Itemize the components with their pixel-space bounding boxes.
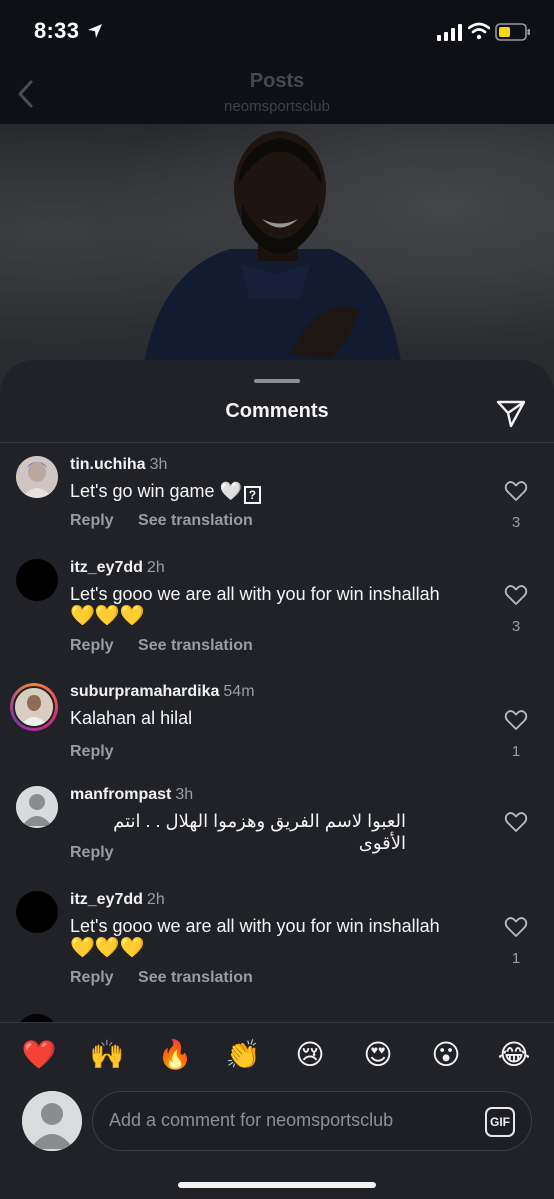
avatar[interactable] xyxy=(16,891,58,933)
comment-emoji: 💛💛💛 xyxy=(70,605,145,627)
reply-button[interactable]: Reply xyxy=(70,844,114,861)
like-heart-icon[interactable] xyxy=(504,916,528,938)
quick-emoji-bar: ❤️ 🙌 🔥 👏 😢 😍 😮 😂 xyxy=(0,1037,554,1073)
emoji-clap-button[interactable]: 👏 xyxy=(225,1037,261,1073)
emoji-raised-hands-button[interactable]: 🙌 xyxy=(89,1037,125,1073)
post-image xyxy=(0,124,554,394)
like-count: 1 xyxy=(511,950,521,967)
comment-emoji: 💛💛💛 xyxy=(70,937,145,959)
comment-text: Kalahan al hilal xyxy=(70,708,193,728)
like-count: 1 xyxy=(511,743,521,760)
emoji-fire-button[interactable]: 🔥 xyxy=(157,1037,193,1073)
my-avatar xyxy=(22,1091,82,1151)
comment-username[interactable]: manfrompast xyxy=(70,786,171,803)
emoji-crying-button[interactable]: 😢 xyxy=(292,1037,328,1073)
page-title: Posts xyxy=(249,70,305,92)
like-heart-icon[interactable] xyxy=(504,584,528,606)
status-bar: 8:33 xyxy=(0,0,554,64)
status-time: 8:33 xyxy=(34,18,80,43)
comment-time: 3h xyxy=(149,456,168,473)
battery-icon xyxy=(495,23,530,41)
comment-username[interactable]: tin.uchiha xyxy=(70,456,146,473)
comment-input-placeholder: Add a comment for neomsportsclub xyxy=(109,1110,394,1130)
home-indicator[interactable] xyxy=(178,1182,376,1188)
comment-username[interactable]: suburpramahardika xyxy=(70,683,219,700)
location-arrow-icon xyxy=(88,24,102,38)
comment-input[interactable]: Add a comment for neomsportsclub GIF xyxy=(92,1091,532,1151)
like-heart-icon[interactable] xyxy=(504,811,528,833)
see-translation-button[interactable]: See translation xyxy=(138,637,253,654)
comment-time: 3h xyxy=(175,786,194,803)
emoji-surprised-button[interactable]: 😮 xyxy=(428,1037,464,1073)
comment-text: Let's gooo we are all with you for win i… xyxy=(70,584,440,604)
share-send-icon[interactable] xyxy=(494,396,528,430)
reply-button[interactable]: Reply xyxy=(70,637,114,654)
cellular-signal-icon xyxy=(437,24,462,41)
see-translation-button[interactable]: See translation xyxy=(138,969,253,986)
posts-header: Posts neomsportsclub xyxy=(0,64,554,124)
comment-composer: ❤️ 🙌 🔥 👏 😢 😍 😮 😂 Add a comment for neoms… xyxy=(0,1022,554,1199)
sheet-grabber[interactable] xyxy=(254,379,300,383)
divider xyxy=(0,442,554,443)
reply-button[interactable]: Reply xyxy=(70,512,114,529)
avatar[interactable] xyxy=(16,559,58,601)
emoji-laughing-button[interactable]: 😂 xyxy=(496,1037,532,1073)
comment-time: 2h xyxy=(146,559,165,576)
avatar-story-ring[interactable] xyxy=(10,683,58,731)
comment-username[interactable]: itz_ey7dd xyxy=(70,891,143,908)
avatar xyxy=(13,686,55,728)
wifi-icon xyxy=(468,22,490,40)
gif-button[interactable]: GIF xyxy=(485,1107,515,1137)
emoji-heart-button[interactable]: ❤️ xyxy=(21,1037,57,1073)
unknown-glyph-icon: ? xyxy=(243,486,261,504)
reply-button[interactable]: Reply xyxy=(70,743,114,760)
avatar[interactable] xyxy=(16,456,58,498)
comments-title: Comments xyxy=(225,400,329,422)
like-count: 3 xyxy=(511,618,521,635)
like-count: 3 xyxy=(511,514,521,531)
see-translation-button[interactable]: See translation xyxy=(138,512,253,529)
like-heart-icon[interactable] xyxy=(504,480,528,502)
reply-button[interactable]: Reply xyxy=(70,969,114,986)
page-subtitle: neomsportsclub xyxy=(224,98,330,115)
emoji-heart-eyes-button[interactable]: 😍 xyxy=(360,1037,396,1073)
comment-text: Let's gooo we are all with you for win i… xyxy=(70,916,440,936)
like-heart-icon[interactable] xyxy=(504,709,528,731)
comment-username[interactable]: itz_ey7dd xyxy=(70,559,143,576)
avatar[interactable] xyxy=(16,786,58,828)
comment-time: 54m xyxy=(223,683,255,700)
comment-text: Let's go win game 🤍 xyxy=(70,481,242,501)
comment-time: 2h xyxy=(146,891,165,908)
